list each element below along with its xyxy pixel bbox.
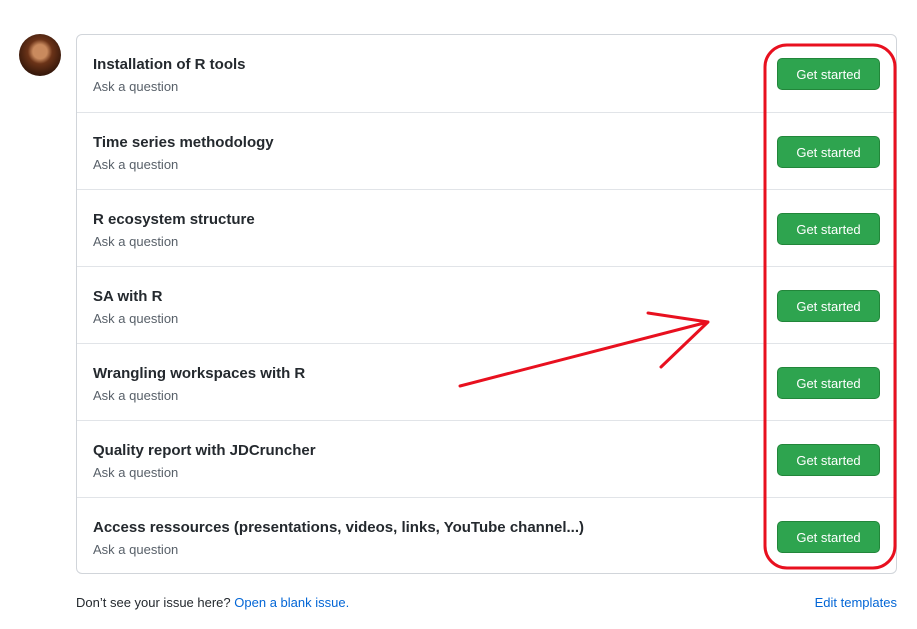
template-title: Installation of R tools <box>93 56 246 73</box>
edit-templates-link[interactable]: Edit templates <box>815 595 897 610</box>
template-subtitle: Ask a question <box>93 157 179 172</box>
footer-prompt-text: Don’t see your issue here? <box>76 595 231 610</box>
get-started-button[interactable]: Get started <box>777 521 880 553</box>
template-row: SA with R Ask a question Get started <box>77 266 896 343</box>
template-subtitle: Ask a question <box>93 465 179 480</box>
template-subtitle: Ask a question <box>93 311 179 326</box>
template-title: Time series methodology <box>93 134 274 151</box>
template-title: R ecosystem structure <box>93 211 255 228</box>
template-row: Access ressources (presentations, videos… <box>77 497 896 573</box>
template-title: Wrangling workspaces with R <box>93 365 306 382</box>
get-started-button[interactable]: Get started <box>777 290 880 322</box>
template-subtitle: Ask a question <box>93 234 179 249</box>
open-blank-issue-link[interactable]: Open a blank issue. <box>234 595 349 610</box>
get-started-button[interactable]: Get started <box>777 136 880 168</box>
get-started-button[interactable]: Get started <box>777 444 880 476</box>
get-started-button[interactable]: Get started <box>777 367 880 399</box>
footer-prompt: Don’t see your issue here? Open a blank … <box>76 595 349 610</box>
template-title: Access ressources (presentations, videos… <box>93 519 585 536</box>
template-title: Quality report with JDCruncher <box>93 442 316 459</box>
template-subtitle: Ask a question <box>93 388 179 403</box>
get-started-button[interactable]: Get started <box>777 213 880 245</box>
template-row: Wrangling workspaces with R Ask a questi… <box>77 343 896 420</box>
template-row: R ecosystem structure Ask a question Get… <box>77 189 896 266</box>
issue-template-list: Installation of R tools Ask a question G… <box>76 34 897 574</box>
template-row: Installation of R tools Ask a question G… <box>77 35 896 112</box>
template-subtitle: Ask a question <box>93 542 179 557</box>
template-subtitle: Ask a question <box>93 79 179 94</box>
user-avatar[interactable] <box>19 34 61 76</box>
get-started-button[interactable]: Get started <box>777 58 880 90</box>
template-row: Quality report with JDCruncher Ask a que… <box>77 420 896 497</box>
template-title: SA with R <box>93 288 163 305</box>
template-row: Time series methodology Ask a question G… <box>77 112 896 189</box>
